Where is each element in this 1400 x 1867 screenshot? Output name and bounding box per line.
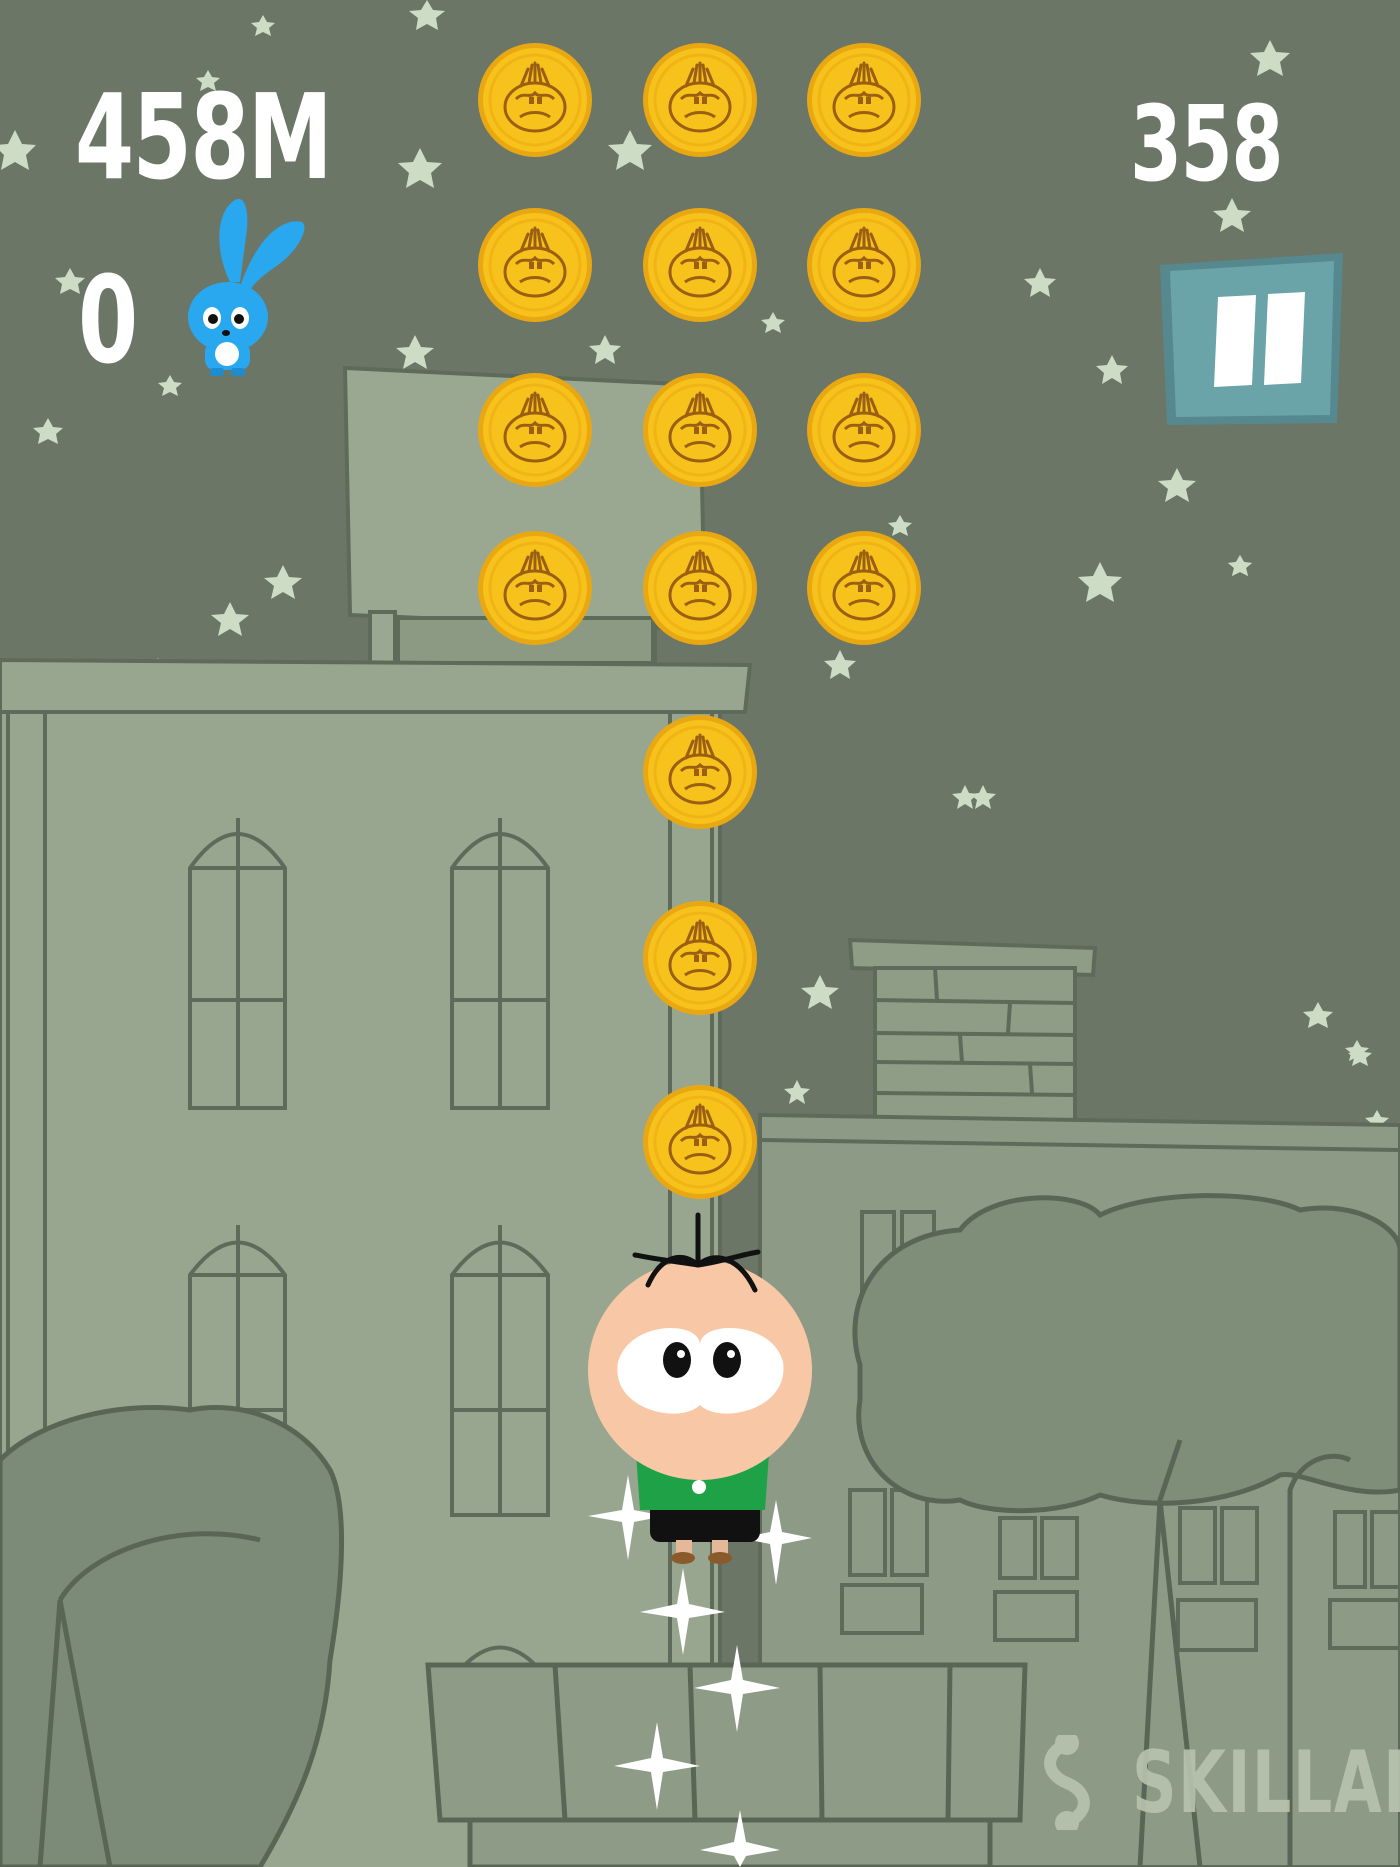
brand-name: SKILLAB: [1132, 1732, 1400, 1833]
chimney: [847, 937, 1098, 1130]
gold-coin[interactable]: [641, 899, 759, 1017]
gold-coin[interactable]: [641, 41, 759, 159]
gold-coin[interactable]: [476, 371, 594, 489]
bush-left: [0, 1405, 345, 1867]
skillab-logo-icon: [1044, 1735, 1090, 1830]
gold-coin[interactable]: [805, 529, 923, 647]
gold-coin[interactable]: [476, 206, 594, 324]
rooftop-platform: [425, 1662, 1028, 1867]
gold-coin[interactable]: [641, 206, 759, 324]
gold-coin[interactable]: [805, 41, 923, 159]
gold-coin[interactable]: [641, 371, 759, 489]
game-stage[interactable]: 458M 0 358 SKILLAB: [0, 0, 1400, 1867]
pause-button[interactable]: [1158, 253, 1344, 425]
lives-counter: 0: [78, 252, 138, 391]
gold-coin[interactable]: [805, 371, 923, 489]
gold-coin[interactable]: [641, 529, 759, 647]
gold-coin[interactable]: [641, 1083, 759, 1201]
gold-coin[interactable]: [641, 713, 759, 831]
gold-coin[interactable]: [476, 529, 594, 647]
blue-bunny-icon: [188, 198, 305, 376]
distance-counter: 458M: [75, 68, 333, 206]
gold-coin[interactable]: [805, 206, 923, 324]
watermark: SKILLAB: [1022, 1732, 1400, 1833]
coin-counter: 358: [1130, 83, 1283, 205]
pause-icon: [1160, 253, 1343, 425]
gold-coin[interactable]: [476, 41, 594, 159]
